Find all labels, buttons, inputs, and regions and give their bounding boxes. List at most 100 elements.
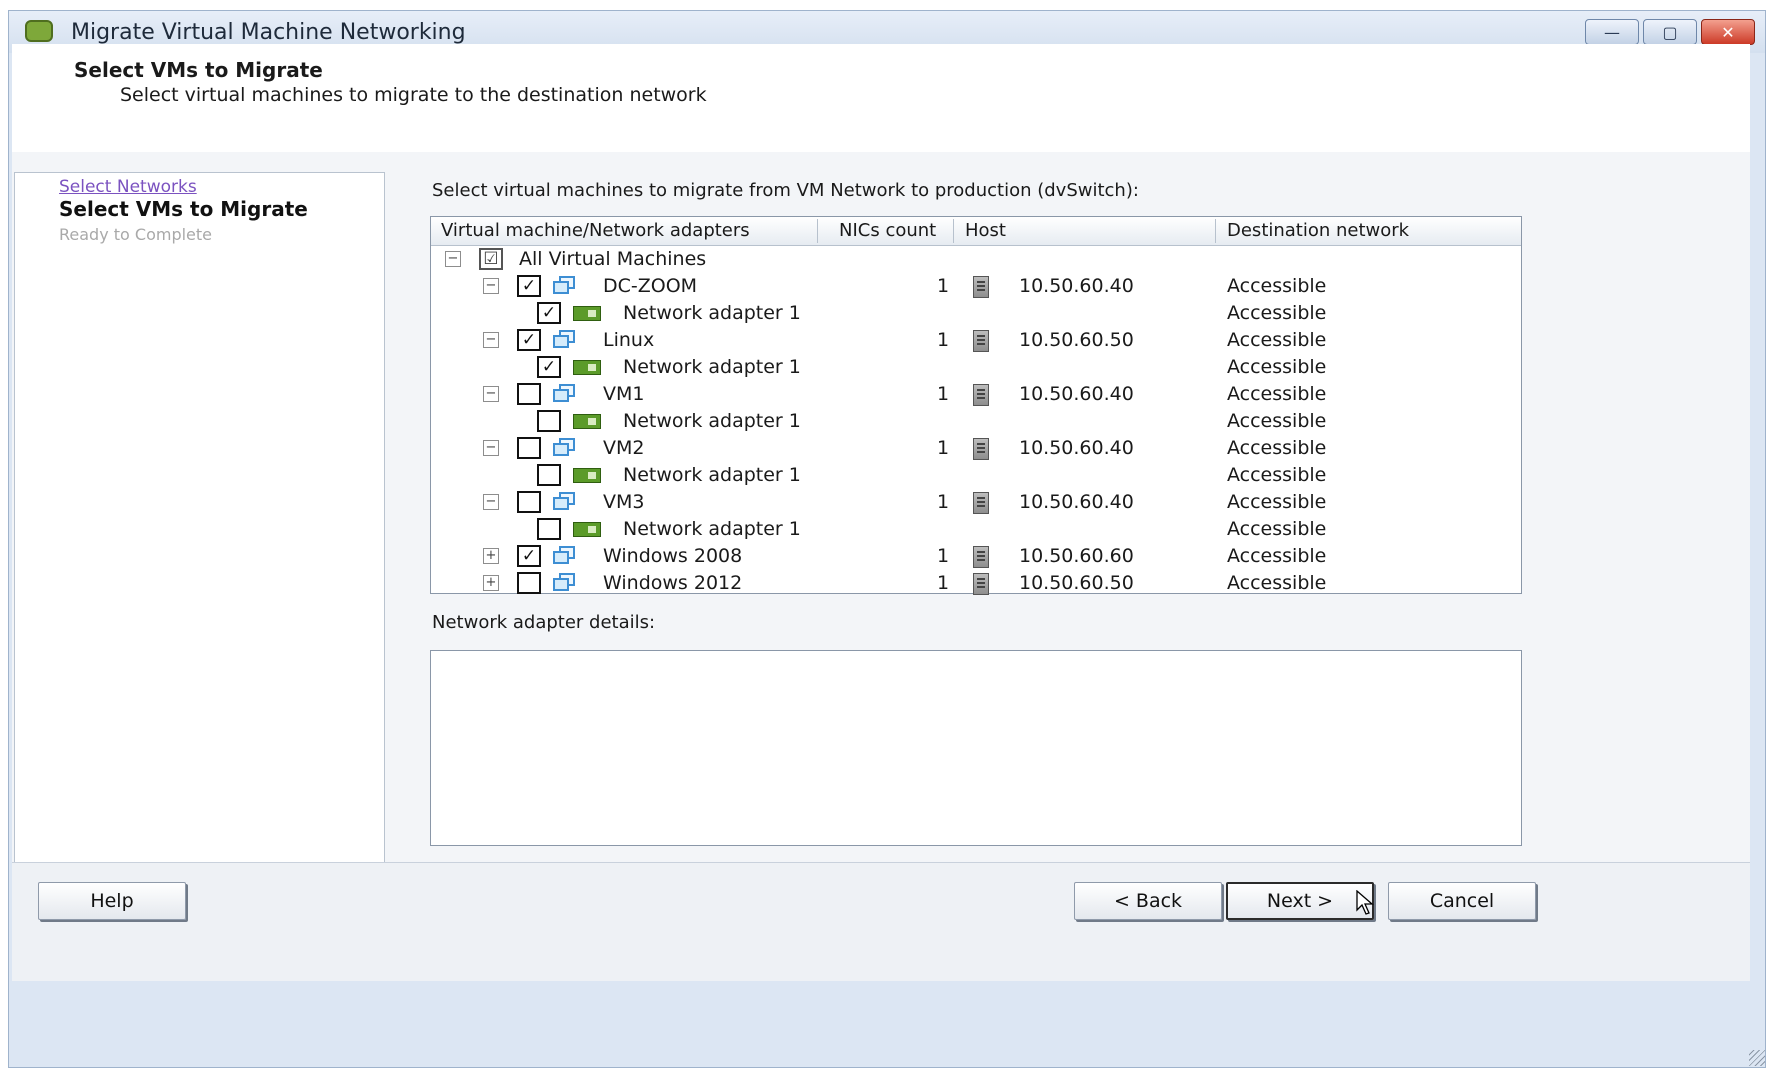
next-button[interactable]: Next > [1226,882,1374,920]
table-row[interactable]: ✓ Network adapter 1 Accessible [431,301,1521,327]
help-button[interactable]: Help [38,882,186,920]
host-server-icon [973,546,989,568]
table-row[interactable]: Network adapter 1 Accessible [431,463,1521,489]
column-header-nics[interactable]: NICs count [839,220,936,241]
table-row[interactable]: − VM1 1 10.50.60.40 Accessible [431,382,1521,408]
wizard-header: Select VMs to Migrate Select virtual mac… [12,44,1750,152]
destination-status: Accessible [1227,329,1327,351]
collapse-toggle-icon[interactable]: − [483,332,499,348]
host-server-icon [973,438,989,460]
vm-checkbox[interactable]: ✓ [517,545,541,567]
table-row[interactable]: − VM2 1 10.50.60.40 Accessible [431,436,1521,462]
window-controls: — ▢ ✕ [1581,19,1755,45]
host-server-icon [973,492,989,514]
adapter-name: Network adapter 1 [623,302,801,324]
vm-name: Windows 2012 [603,572,743,594]
destination-status: Accessible [1227,410,1327,432]
column-divider[interactable] [953,219,954,243]
nics-count: 1 [937,545,950,567]
destination-status: Accessible [1227,518,1327,540]
vm-checkbox[interactable]: ✓ [517,329,541,351]
table-header: Virtual machine/Network adapters NICs co… [431,217,1521,246]
destination-status: Accessible [1227,383,1327,405]
nics-count: 1 [937,275,950,297]
nav-step-select-networks[interactable]: Select Networks [59,177,197,197]
table-row[interactable]: − ✓ Linux 1 10.50.60.50 Accessible [431,328,1521,354]
adapter-checkbox[interactable]: ✓ [537,356,561,378]
host-address: 10.50.60.40 [1019,383,1134,405]
column-header-host[interactable]: Host [965,220,1006,241]
adapter-checkbox[interactable] [537,410,561,432]
table-row[interactable]: Network adapter 1 Accessible [431,409,1521,435]
adapter-checkbox[interactable] [537,464,561,486]
destination-status: Accessible [1227,464,1327,486]
resize-grip-icon[interactable] [1749,1050,1765,1066]
migrate-network-icon [25,20,53,42]
step-navigation: Select Networks Select VMs to Migrate Re… [14,172,385,866]
vm-icon [553,276,575,296]
column-header-destination[interactable]: Destination network [1227,220,1409,241]
table-row[interactable]: + ✓ Windows 2008 1 10.50.60.60 Accessibl… [431,544,1521,570]
vm-checkbox[interactable] [517,572,541,594]
collapse-toggle-icon[interactable]: − [483,386,499,402]
network-adapter-details-panel[interactable] [430,650,1522,846]
host-address: 10.50.60.50 [1019,329,1134,351]
vm-name: VM1 [603,383,645,405]
host-server-icon [973,573,989,595]
table-row-root[interactable]: − ☑ All Virtual Machines [431,247,1521,273]
nics-count: 1 [937,383,950,405]
table-row[interactable]: ✓ Network adapter 1 Accessible [431,355,1521,381]
adapter-name: Network adapter 1 [623,464,801,486]
back-button[interactable]: < Back [1074,882,1222,920]
column-divider[interactable] [1215,219,1216,243]
host-server-icon [973,384,989,406]
nav-step-ready: Ready to Complete [59,225,213,244]
adapter-name: Network adapter 1 [623,356,801,378]
minimize-button[interactable]: — [1585,19,1639,45]
collapse-toggle-icon[interactable]: − [483,278,499,294]
host-address: 10.50.60.40 [1019,275,1134,297]
host-address: 10.50.60.40 [1019,491,1134,513]
details-label: Network adapter details: [432,612,656,633]
vm-name: Windows 2008 [603,545,743,567]
vm-checkbox[interactable] [517,437,541,459]
table-row[interactable]: + Windows 2012 1 10.50.60.50 Accessible [431,571,1521,595]
adapter-checkbox[interactable] [537,518,561,540]
vm-tree-table: Virtual machine/Network adapters NICs co… [430,216,1522,595]
vm-name: DC-ZOOM [603,275,698,297]
vm-icon [553,573,575,593]
select-all-checkbox[interactable]: ☑ [479,248,503,270]
expand-toggle-icon[interactable]: + [483,548,499,564]
nics-count: 1 [937,329,950,351]
nics-count: 1 [937,491,950,513]
maximize-button[interactable]: ▢ [1643,19,1697,45]
host-address: 10.50.60.50 [1019,572,1134,594]
adapter-name: Network adapter 1 [623,518,801,540]
vm-checkbox[interactable]: ✓ [517,275,541,297]
vm-icon [553,492,575,512]
table-row[interactable]: − ✓ DC-ZOOM 1 10.50.60.40 Accessible [431,274,1521,300]
cancel-button[interactable]: Cancel [1388,882,1536,920]
instruction-text: Select virtual machines to migrate from … [432,180,1139,201]
vm-checkbox[interactable] [517,491,541,513]
column-header-name[interactable]: Virtual machine/Network adapters [441,220,750,241]
window-title: Migrate Virtual Machine Networking [71,20,466,45]
close-button[interactable]: ✕ [1701,19,1755,45]
network-adapter-icon [573,306,601,321]
vm-name: VM3 [603,491,645,513]
destination-status: Accessible [1227,356,1327,378]
adapter-checkbox[interactable]: ✓ [537,302,561,324]
vm-name: Linux [603,329,655,351]
collapse-toggle-icon[interactable]: − [483,494,499,510]
collapse-toggle-icon[interactable]: − [483,440,499,456]
network-adapter-icon [573,522,601,537]
vm-icon [553,384,575,404]
table-row[interactable]: − VM3 1 10.50.60.40 Accessible [431,490,1521,516]
expand-toggle-icon[interactable]: + [483,575,499,591]
network-adapter-icon [573,468,601,483]
collapse-toggle-icon[interactable]: − [445,251,461,267]
table-row[interactable]: Network adapter 1 Accessible [431,517,1521,543]
vm-checkbox[interactable] [517,383,541,405]
step-subtitle: Select virtual machines to migrate to th… [120,84,707,106]
column-divider[interactable] [817,219,818,243]
